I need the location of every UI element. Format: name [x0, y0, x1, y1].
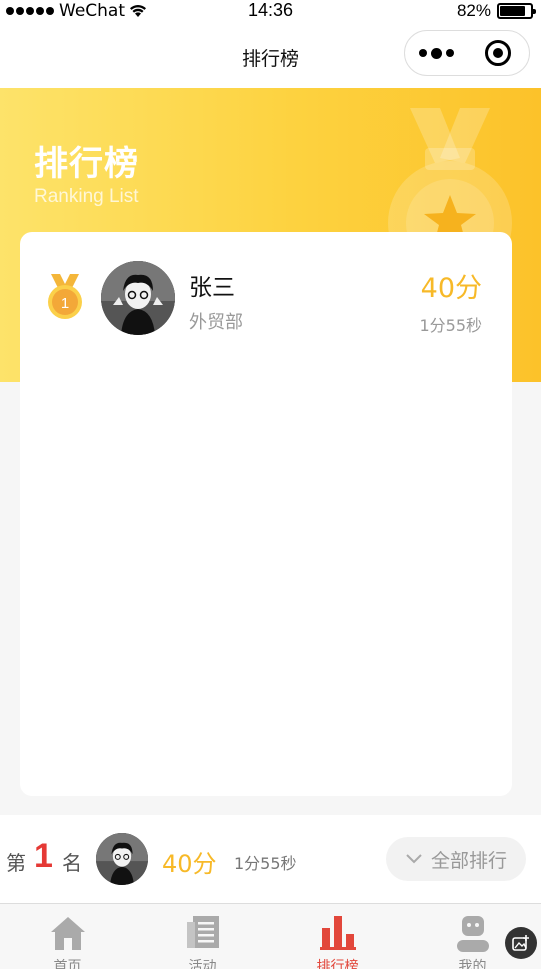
avatar — [101, 261, 175, 335]
tab-ranking[interactable]: 排行榜 — [270, 904, 405, 969]
all-rankings-button[interactable]: 全部排行 — [386, 837, 526, 881]
tab-label: 排行榜 — [316, 959, 359, 969]
user-name: 张三 — [189, 275, 235, 301]
floating-share-button[interactable] — [505, 927, 537, 959]
close-button[interactable] — [467, 40, 529, 66]
battery-status: 82% — [456, 0, 536, 22]
battery-icon — [497, 3, 536, 19]
mini-program-capsule — [404, 30, 530, 76]
target-icon — [485, 40, 511, 66]
hero-title: 排行榜 — [34, 144, 139, 184]
tab-home[interactable]: 首页 — [0, 904, 135, 969]
rank-badge-number: 1 — [61, 295, 69, 312]
bar-chart-icon — [319, 916, 356, 950]
my-rank-suffix: 名 — [62, 851, 82, 875]
person-avatar-icon — [96, 833, 148, 885]
more-button[interactable] — [405, 47, 467, 59]
user-time: 1分55秒 — [419, 316, 482, 335]
my-avatar — [96, 833, 148, 885]
tab-activity[interactable]: 活动 — [135, 904, 270, 969]
status-bar: WeChat 14:36 82% — [0, 0, 541, 24]
user-icon — [456, 916, 489, 952]
ranking-card: 1 张三 外贸部 40分 1分55秒 — [20, 232, 512, 796]
battery-fill — [500, 6, 525, 16]
my-time: 1分55秒 — [234, 854, 297, 873]
battery-percent: 82% — [456, 1, 491, 20]
nav-bar: 排行榜 — [0, 24, 541, 88]
image-add-icon — [512, 935, 529, 951]
user-department: 外贸部 — [189, 312, 243, 333]
my-rank-bar: 第 1 名 40分 1分55秒 全部排行 — [0, 815, 541, 903]
tab-label: 首页 — [53, 959, 82, 969]
hero-subtitle: Ranking List — [34, 186, 139, 207]
ranking-row[interactable]: 1 张三 外贸部 40分 1分55秒 — [20, 232, 512, 336]
user-score: 40分 — [420, 273, 482, 304]
tab-label: 活动 — [188, 959, 217, 969]
my-rank-prefix: 第 — [6, 851, 26, 875]
person-avatar-icon — [101, 261, 175, 335]
my-rank-number: 1 — [34, 837, 53, 875]
home-icon — [50, 917, 85, 950]
chevron-down-icon — [406, 854, 422, 864]
gold-medal-icon: 1 — [48, 274, 82, 319]
all-rankings-label: 全部排行 — [430, 849, 507, 872]
tab-bar: 首页 活动 排行榜 我的 — [0, 903, 541, 969]
document-icon — [186, 916, 219, 948]
my-score: 40分 — [162, 850, 217, 878]
